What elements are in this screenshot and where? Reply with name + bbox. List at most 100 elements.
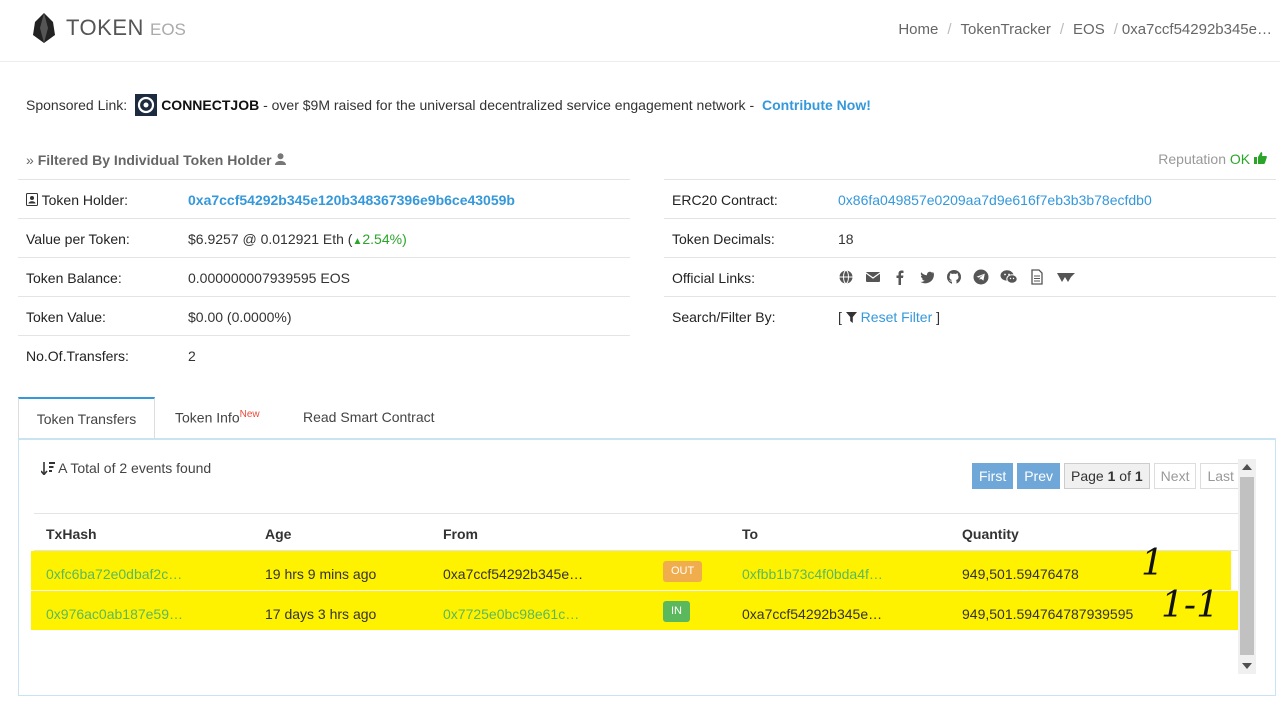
to-address-link[interactable]: 0xfbb1b73c4f0bda4f…: [742, 566, 883, 582]
holder-details-table: Token Holder: 0xa7ccf54292b345e120b34836…: [18, 179, 630, 374]
quantity: 949,501.594764787939595: [962, 606, 1134, 622]
facebook-icon[interactable]: [892, 269, 908, 288]
detail-row-transfers: No.Of.Transfers: 2: [18, 335, 630, 374]
breadcrumb-home[interactable]: Home: [898, 21, 938, 38]
tab-read-smart-contract[interactable]: Read Smart Contract: [303, 397, 435, 439]
double-chevron-right-icon: »: [26, 152, 34, 168]
col-to[interactable]: To: [742, 526, 758, 542]
detail-row-token-holder: Token Holder: 0xa7ccf54292b345e120b34836…: [18, 179, 630, 218]
reset-filter-link[interactable]: Reset Filter: [861, 309, 933, 325]
caret-up-icon: ▲: [352, 236, 363, 247]
reputation-value: OK: [1229, 151, 1251, 167]
col-quantity[interactable]: Quantity: [962, 526, 1019, 542]
last-page-button[interactable]: Last: [1200, 463, 1241, 489]
github-icon[interactable]: [946, 269, 962, 288]
contribute-now-link[interactable]: Contribute Now!: [762, 97, 871, 113]
col-from[interactable]: From: [443, 526, 478, 542]
whitepaper-icon[interactable]: [1029, 269, 1045, 288]
tab-bar: Token Transfers Token InfoNew Read Smart…: [18, 397, 1276, 440]
table-row: 0xfc6ba72e0dbaf2c… 19 hrs 9 mins ago 0xa…: [31, 543, 1231, 590]
detail-row-value-per-token: Value per Token: $6.9257 @ 0.012921 Eth …: [18, 218, 630, 257]
connectjob-logo-icon[interactable]: [135, 94, 158, 116]
official-links: [838, 269, 1076, 288]
brand-subtitle: EOS: [150, 20, 186, 39]
reputation-label: Reputation: [1158, 151, 1226, 167]
prev-page-button[interactable]: Prev: [1017, 463, 1061, 489]
new-badge: New: [239, 409, 260, 420]
filter-title: Filtered By Individual Token Holder: [37, 152, 272, 168]
table-row: 0x976ac0ab187e59… 17 days 3 hrs ago 0x77…: [31, 585, 1241, 630]
price-change: 2.54%: [362, 231, 403, 247]
transfers-count: 2: [188, 348, 196, 364]
sponsored-link-banner: Sponsored Link: CONNECTJOB - over $9M ra…: [26, 94, 871, 116]
official-links-label: Official Links:: [672, 270, 755, 286]
direction-badge-out: OUT: [663, 561, 703, 582]
scroll-down-arrow-icon[interactable]: [1242, 663, 1252, 669]
erc20-contract-address[interactable]: 0x86fa049857e0209aa7d9e616f7eb3b3b78ecfd…: [838, 192, 1152, 208]
col-age[interactable]: Age: [265, 526, 291, 542]
detail-row-token-decimals: Token Decimals: 18: [664, 218, 1276, 257]
reputation-status[interactable]: Reputation OK: [1158, 151, 1267, 167]
vertical-scrollbar[interactable]: [1238, 459, 1256, 674]
next-page-button[interactable]: Next: [1153, 463, 1197, 489]
eos-logo-icon[interactable]: [33, 13, 55, 46]
detail-row-erc20-contract: ERC20 Contract: 0x86fa049857e0209aa7d9e6…: [664, 179, 1276, 218]
to-address[interactable]: 0xa7ccf54292b345e…: [742, 606, 882, 622]
transfers-count-label: No.Of.Transfers:: [26, 348, 129, 364]
pagination: First Prev Page 1 of 1 Next Last: [972, 463, 1241, 489]
email-icon[interactable]: [865, 269, 881, 288]
detail-row-search-filter: Search/Filter By: [ Reset Filter ]: [664, 296, 1276, 335]
token-value: $0.00 (0.0000%): [188, 309, 292, 325]
tx-age: 19 hrs 9 mins ago: [265, 566, 377, 582]
scrollbar-thumb[interactable]: [1240, 477, 1254, 655]
detail-row-token-balance: Token Balance: 0.000000007939595 EOS: [18, 257, 630, 296]
detail-row-official-links: Official Links:: [664, 257, 1276, 296]
from-address-link[interactable]: 0x7725e0bc98e61c…: [443, 606, 579, 622]
top-navbar: TOKEN EOS Home / TokenTracker / EOS/0xa7ccf5…: [0, 0, 1280, 62]
page-indicator: Page 1 of 1: [1064, 463, 1150, 489]
sponsor-name[interactable]: CONNECTJOB: [161, 97, 259, 113]
address-book-icon: [26, 192, 38, 208]
token-transfers-panel: A Total of 2 events found First Prev Pag…: [18, 438, 1276, 696]
twitter-icon[interactable]: [919, 269, 935, 288]
col-txhash[interactable]: TxHash: [46, 526, 97, 542]
tab-token-info[interactable]: Token InfoNew: [175, 397, 260, 439]
sort-icon: [40, 460, 55, 476]
brand-title[interactable]: TOKEN: [66, 15, 144, 41]
token-balance-label: Token Balance:: [26, 270, 122, 286]
token-holder-label: Token Holder:: [26, 192, 128, 208]
user-icon: [275, 152, 287, 168]
erc20-contract-label: ERC20 Contract:: [672, 192, 778, 208]
tab-token-transfers[interactable]: Token Transfers: [18, 397, 155, 440]
globe-icon[interactable]: [838, 269, 854, 288]
handwritten-note: 1-1: [1161, 585, 1219, 626]
value-per-token-label: Value per Token:: [26, 231, 130, 247]
token-decimals-label: Token Decimals:: [672, 231, 775, 247]
search-filter-label: Search/Filter By:: [672, 309, 776, 325]
breadcrumb-eos[interactable]: EOS: [1073, 21, 1105, 38]
handwritten-note: 1: [1141, 543, 1164, 584]
steemit-icon[interactable]: [1056, 269, 1076, 288]
sponsor-prefix: Sponsored Link:: [26, 97, 128, 113]
value-per-token: $6.9257 @ 0.012921 Eth (▲2.54%): [188, 231, 407, 247]
txhash-link[interactable]: 0xfc6ba72e0dbaf2c…: [46, 566, 182, 582]
wechat-icon[interactable]: [1000, 269, 1018, 288]
breadcrumb-tokentracker[interactable]: TokenTracker: [961, 21, 1051, 38]
thumbs-up-icon: [1254, 151, 1267, 167]
contract-details-table: ERC20 Contract: 0x86fa049857e0209aa7d9e6…: [664, 179, 1276, 335]
breadcrumb-current: 0xa7ccf54292b345e…: [1121, 21, 1272, 38]
sponsor-text: - over $9M raised for the universal dece…: [259, 97, 759, 113]
direction-badge-in: IN: [663, 601, 690, 622]
search-filter: [ Reset Filter ]: [838, 309, 941, 325]
breadcrumb: Home / TokenTracker / EOS/0xa7ccf54292b345e…: [898, 21, 1272, 38]
quantity: 949,501.59476478: [962, 566, 1079, 582]
token-holder-address[interactable]: 0xa7ccf54292b345e120b348367396e9b6ce4305…: [188, 192, 515, 208]
events-count-text: A Total of 2 events found: [58, 460, 212, 476]
token-value-label: Token Value:: [26, 309, 106, 325]
scroll-up-arrow-icon[interactable]: [1242, 464, 1252, 470]
txhash-link[interactable]: 0x976ac0ab187e59…: [46, 606, 183, 622]
telegram-icon[interactable]: [973, 269, 989, 288]
from-address[interactable]: 0xa7ccf54292b345e…: [443, 566, 583, 582]
detail-row-token-value: Token Value: $0.00 (0.0000%): [18, 296, 630, 335]
first-page-button[interactable]: First: [972, 463, 1014, 489]
